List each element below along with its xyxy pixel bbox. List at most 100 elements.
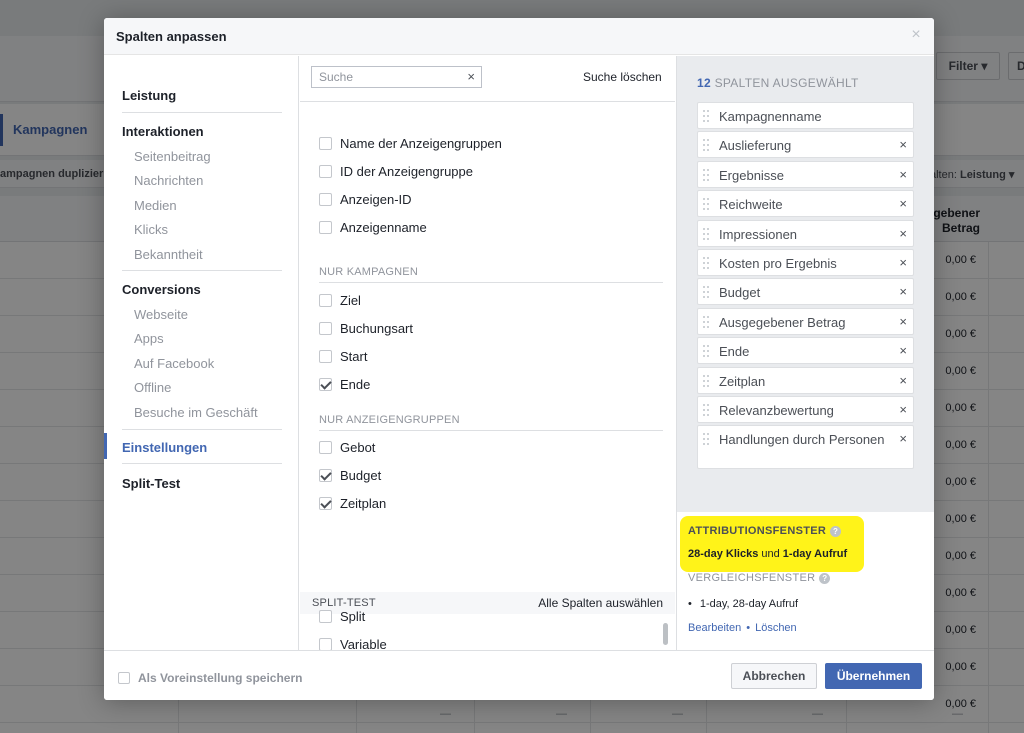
- column-option-split[interactable]: Split: [319, 607, 365, 625]
- info-icon[interactable]: ?: [830, 526, 842, 537]
- column-option-anzeigen-id[interactable]: Anzeigen-ID: [319, 190, 412, 208]
- column-option-label: ID der Anzeigengruppe: [340, 163, 473, 179]
- selected-column-chip[interactable]: Ergebnisse ×: [697, 160, 914, 188]
- checkbox-checked[interactable]: [319, 468, 332, 482]
- nav-subitem-webseite[interactable]: Webseite: [134, 307, 188, 322]
- drag-handle-icon[interactable]: [703, 257, 711, 271]
- search-input[interactable]: [312, 67, 460, 87]
- comparison-window-item: 1-day, 28-day Aufruf: [688, 598, 798, 610]
- nav-subitem-auf-facebook[interactable]: Auf Facebook: [134, 356, 214, 371]
- column-option-zeitplan[interactable]: Zeitplan: [319, 495, 386, 513]
- column-option-label: Budget: [340, 467, 382, 483]
- checkbox-checked[interactable]: [319, 497, 332, 511]
- drag-handle-icon[interactable]: [703, 110, 711, 124]
- remove-column-icon[interactable]: ×: [899, 402, 907, 418]
- checkbox[interactable]: [118, 672, 130, 684]
- drag-handle-icon[interactable]: [703, 286, 711, 300]
- remove-column-icon[interactable]: ×: [899, 343, 907, 359]
- close-icon[interactable]: ×: [908, 27, 924, 43]
- remove-column-icon[interactable]: ×: [899, 314, 907, 330]
- checkbox-checked[interactable]: [319, 378, 332, 392]
- selected-column-chip[interactable]: Ende ×: [697, 337, 914, 365]
- column-option-start[interactable]: Start: [319, 348, 367, 366]
- selected-column-chip[interactable]: Zeitplan ×: [697, 366, 914, 394]
- selected-column-chip[interactable]: Auslieferung ×: [697, 131, 914, 159]
- nav-subitem-nachrichten[interactable]: Nachrichten: [134, 173, 203, 188]
- column-option-anzeigenname[interactable]: Anzeigenname: [319, 218, 427, 236]
- checkbox[interactable]: [319, 609, 332, 623]
- nav-subitem-apps[interactable]: Apps: [134, 331, 164, 346]
- selected-column-chip[interactable]: Relevanzbewertung ×: [697, 396, 914, 423]
- selected-column-chip[interactable]: Kosten pro Ergebnis ×: [697, 249, 914, 276]
- selected-column-chip[interactable]: Impressionen ×: [697, 219, 914, 247]
- column-option-budget[interactable]: Budget: [319, 466, 381, 484]
- selected-column-chip[interactable]: Ausgegebener Betrag ×: [697, 307, 914, 335]
- selected-column-label: Reichweite: [719, 197, 783, 213]
- select-all-columns-link[interactable]: Alle Spalten auswählen: [538, 596, 663, 610]
- remove-column-icon[interactable]: ×: [899, 196, 907, 212]
- checkbox[interactable]: [319, 136, 332, 150]
- nav-subitem-klicks[interactable]: Klicks: [134, 222, 168, 237]
- apply-button[interactable]: Übernehmen: [825, 663, 922, 689]
- selected-column-label: Impressionen: [719, 226, 798, 242]
- column-option-label: Anzeigenname: [340, 219, 427, 235]
- remove-column-icon[interactable]: ×: [899, 284, 907, 300]
- column-option-name-der-anzeigengruppen[interactable]: Name der Anzeigengruppen: [319, 134, 502, 152]
- checkbox[interactable]: [319, 293, 332, 307]
- edit-attribution-link[interactable]: Bearbeiten: [688, 622, 741, 634]
- delete-attribution-link[interactable]: Löschen: [755, 622, 797, 634]
- checkbox[interactable]: [319, 350, 332, 364]
- nav-subitem-seitenbeitrag[interactable]: Seitenbeitrag: [134, 149, 211, 164]
- column-option-buchungsart[interactable]: Buchungsart: [319, 319, 413, 337]
- checkbox[interactable]: [319, 440, 332, 454]
- remove-column-icon[interactable]: ×: [899, 226, 907, 242]
- checkbox[interactable]: [319, 220, 332, 234]
- column-option-label: Ziel: [340, 292, 361, 308]
- nav-subitem-bekanntheit[interactable]: Bekanntheit: [134, 247, 203, 262]
- nav-item-leistung[interactable]: Leistung: [122, 88, 176, 103]
- drag-handle-icon[interactable]: [703, 227, 711, 242]
- column-option-ziel[interactable]: Ziel: [319, 291, 361, 309]
- cancel-button[interactable]: Abbrechen: [731, 663, 817, 689]
- drag-handle-icon[interactable]: [703, 139, 711, 153]
- drag-handle-icon[interactable]: [703, 315, 711, 330]
- checkbox[interactable]: [319, 321, 332, 335]
- nav-item-conversions[interactable]: Conversions: [122, 282, 201, 297]
- nav-item-split-test[interactable]: Split-Test: [122, 476, 180, 491]
- checkbox[interactable]: [319, 637, 332, 651]
- selected-column-chip[interactable]: Handlungen durch Personen ×: [697, 425, 914, 470]
- checkbox[interactable]: [319, 192, 332, 206]
- checkbox[interactable]: [319, 164, 332, 178]
- drag-handle-icon[interactable]: [703, 374, 711, 389]
- info-icon[interactable]: ?: [819, 573, 831, 584]
- column-option-label: Buchungsart: [340, 320, 413, 336]
- remove-column-icon[interactable]: ×: [899, 431, 907, 447]
- drag-handle-icon[interactable]: [703, 345, 711, 359]
- drag-handle-icon[interactable]: [703, 198, 711, 212]
- selected-column-chip[interactable]: Budget ×: [697, 278, 914, 306]
- nav-item-interaktionen[interactable]: Interaktionen: [122, 124, 204, 139]
- nav-subitem-besuche-im-geschaeft[interactable]: Besuche im Geschäft: [134, 405, 258, 420]
- selected-column-chip[interactable]: Reichweite ×: [697, 190, 914, 218]
- nav-subitem-offline[interactable]: Offline: [134, 380, 171, 395]
- remove-column-icon[interactable]: ×: [899, 137, 907, 153]
- selected-column-label: Ausgegebener Betrag: [719, 314, 846, 330]
- drag-handle-icon[interactable]: [703, 168, 711, 183]
- nav-item-einstellungen[interactable]: Einstellungen: [122, 440, 207, 455]
- column-option-gebot[interactable]: Gebot: [319, 438, 375, 456]
- drag-handle-icon[interactable]: [703, 404, 711, 418]
- attribution-and: und: [758, 548, 783, 560]
- column-option-ende[interactable]: Ende: [319, 376, 370, 394]
- clear-search-icon[interactable]: ×: [467, 70, 475, 84]
- save-as-preset-checkbox[interactable]: Als Voreinstellung speichern: [118, 671, 302, 685]
- remove-column-icon[interactable]: ×: [899, 255, 907, 271]
- clear-search-button[interactable]: Suche löschen: [583, 70, 662, 84]
- scrollbar-thumb[interactable]: [663, 623, 668, 645]
- nav-subitem-medien[interactable]: Medien: [134, 198, 177, 213]
- drag-handle-icon[interactable]: [703, 433, 711, 447]
- selected-column-label: Budget: [719, 285, 761, 301]
- remove-column-icon[interactable]: ×: [899, 373, 907, 389]
- selected-column-chip[interactable]: Kampagnenname: [697, 102, 914, 129]
- remove-column-icon[interactable]: ×: [899, 167, 907, 183]
- column-option-id-der-anzeigengruppe[interactable]: ID der Anzeigengruppe: [319, 162, 473, 180]
